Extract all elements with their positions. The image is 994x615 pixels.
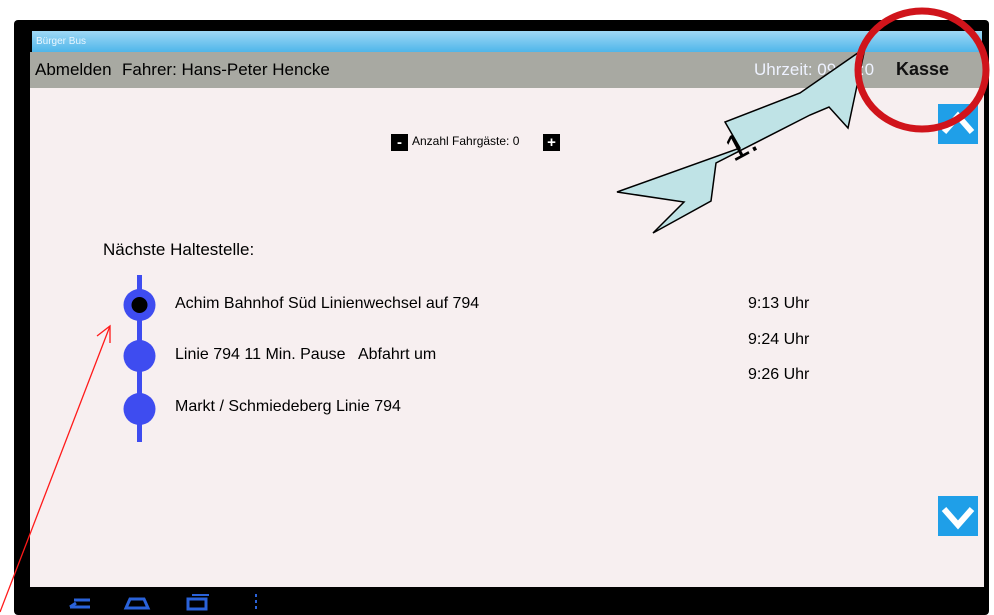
stop-name-1: Achim Bahnhof Süd Linienwechsel auf 794 — [175, 295, 480, 312]
scroll-up-icon — [941, 111, 975, 134]
stop-name-2: Linie 794 11 Min. Pause Abfahrt um — [175, 346, 437, 363]
passenger-plus-button[interactable]: + — [543, 134, 560, 151]
next-stop-heading: Nächste Haltestelle: — [103, 240, 255, 259]
driver-label: Fahrer: Hans-Peter Hencke — [122, 60, 330, 79]
clock-tail: 0 — [864, 60, 875, 79]
recent-apps-icon[interactable] — [184, 592, 212, 612]
app-titlebar: Bürger Bus — [32, 31, 982, 52]
stop-dot-3 — [123, 393, 156, 425]
main-content — [30, 88, 984, 587]
back-icon[interactable] — [64, 595, 94, 611]
clock-text: Uhrzeit: 09:13: — [754, 60, 865, 79]
cash-button[interactable]: Kasse — [896, 59, 949, 80]
menu-icon[interactable] — [252, 593, 260, 611]
scroll-up-button[interactable] — [938, 104, 978, 144]
screenshot-frame: Bürger Bus Abmelden Fahrer: Hans-Peter H… — [0, 0, 994, 615]
stop-time-2: 9:24 Uhr — [748, 331, 810, 348]
stop-time-1: 9:13 Uhr — [748, 295, 810, 312]
passenger-count-label: Anzahl Fahrgäste: 0 — [412, 134, 520, 148]
scroll-down-button[interactable] — [938, 496, 978, 536]
stop-name-3: Markt / Schmiedeberg Linie 794 — [175, 398, 401, 415]
passenger-minus-button[interactable]: - — [391, 134, 408, 151]
clock-label: Uhrzeit: 09:13:0 — [754, 60, 874, 80]
system-nav-bar — [30, 587, 984, 615]
route-line — [123, 275, 156, 442]
header-bar: Abmelden Fahrer: Hans-Peter Hencke Uhrze… — [30, 52, 984, 88]
current-stop-marker — [131, 297, 148, 313]
logout-button[interactable]: Abmelden — [35, 60, 112, 80]
stop-dot-2 — [123, 340, 156, 372]
stop-time-2b: 9:26 Uhr — [748, 366, 810, 383]
app-title: Bürger Bus — [36, 36, 87, 47]
scroll-down-icon — [941, 507, 975, 530]
home-icon[interactable] — [122, 593, 152, 611]
